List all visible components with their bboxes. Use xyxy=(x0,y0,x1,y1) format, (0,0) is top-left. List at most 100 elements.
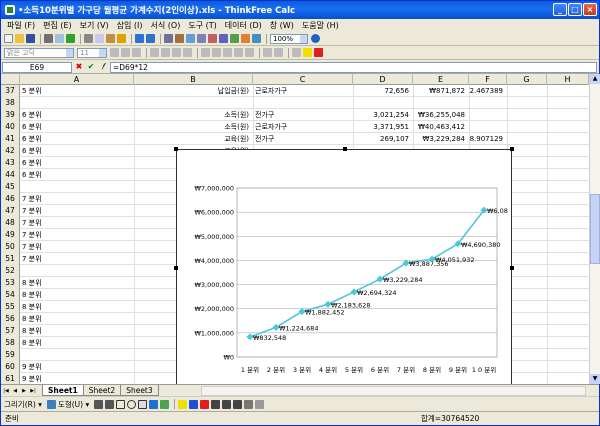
decrease-indent-icon[interactable] xyxy=(263,48,272,57)
cell-e[interactable] xyxy=(413,97,467,109)
font-color-icon[interactable] xyxy=(314,48,323,57)
row-header[interactable]: 44 xyxy=(1,169,20,181)
cancel-icon[interactable]: ✖ xyxy=(74,62,84,72)
cell-a[interactable]: 7 분위 xyxy=(22,253,132,265)
next-sheet-icon[interactable]: ▶ xyxy=(20,387,28,395)
row-header[interactable]: 60 xyxy=(1,361,20,373)
menu-item[interactable]: 도움말 (H) xyxy=(298,20,343,31)
shadow-icon[interactable] xyxy=(244,399,254,409)
cell-e[interactable]: ₩36,255,048 xyxy=(413,109,467,121)
cell-b[interactable]: 교육(원) xyxy=(134,133,251,145)
help-icon[interactable] xyxy=(311,34,320,43)
line-style-icon[interactable] xyxy=(211,399,221,409)
sheet-tab[interactable]: Sheet2 xyxy=(82,385,122,396)
cell-a[interactable]: 6 분위 xyxy=(22,145,132,157)
cell-a[interactable]: 9 분위 xyxy=(22,373,132,384)
row-header[interactable]: 37 xyxy=(1,85,20,97)
close-button[interactable]: × xyxy=(583,3,597,16)
decrease-decimal-icon[interactable] xyxy=(245,48,254,57)
align-left-icon[interactable] xyxy=(150,48,159,57)
cell-d[interactable]: 3,371,951 xyxy=(353,121,411,133)
select-pointer-icon[interactable] xyxy=(46,399,56,409)
wordart-icon[interactable] xyxy=(149,399,159,409)
font-size-select[interactable]: 11 xyxy=(77,47,107,58)
cell-d[interactable]: 269,107 xyxy=(353,133,411,145)
filter-icon[interactable] xyxy=(230,34,239,43)
row-header[interactable]: 55 xyxy=(1,301,20,313)
cell-a[interactable]: 6 분위 xyxy=(22,169,132,181)
formula-input[interactable]: =D69*12 xyxy=(110,61,597,73)
resize-handle[interactable] xyxy=(174,147,178,151)
shape-fill-icon[interactable] xyxy=(178,399,188,409)
row-header[interactable]: 61 xyxy=(1,373,20,384)
clipart-icon[interactable] xyxy=(160,399,170,409)
cell-a[interactable]: 7 분위 xyxy=(22,217,132,229)
font-select[interactable]: 맑은 고딕 xyxy=(4,47,74,58)
fill-color-icon[interactable] xyxy=(303,48,312,57)
cell-a[interactable]: 6 분위 xyxy=(22,109,132,121)
resize-handle[interactable] xyxy=(510,266,514,270)
sheet-tab[interactable]: Sheet3 xyxy=(120,385,159,396)
cell-c[interactable]: 전가구 xyxy=(255,109,351,121)
function-icon[interactable] xyxy=(197,34,206,43)
cell-a[interactable]: 7 분위 xyxy=(22,193,132,205)
cell-b[interactable]: 납입금(원) xyxy=(134,85,251,97)
horizontal-scrollbar[interactable] xyxy=(201,386,586,396)
undo-icon[interactable] xyxy=(135,34,144,43)
cell-a[interactable]: 8 분위 xyxy=(22,277,132,289)
menu-item[interactable]: 편집 (E) xyxy=(39,20,76,31)
cell-a[interactable]: 7 분위 xyxy=(22,241,132,253)
last-sheet-icon[interactable]: ▶| xyxy=(29,387,37,395)
cell-a[interactable]: 6 분위 xyxy=(22,133,132,145)
menu-item[interactable]: 데이터 (D) xyxy=(221,20,266,31)
copy-icon[interactable] xyxy=(95,34,104,43)
cell-a[interactable] xyxy=(22,265,132,277)
row-header[interactable]: 43 xyxy=(1,157,20,169)
row-header[interactable]: 56 xyxy=(1,313,20,325)
zoom-select[interactable]: 100% xyxy=(270,33,308,44)
cell-a[interactable]: 6 분위 xyxy=(22,121,132,133)
cell-b[interactable]: 소득(원) xyxy=(134,109,251,121)
percent-icon[interactable] xyxy=(212,48,221,57)
row-header[interactable]: 50 xyxy=(1,241,20,253)
row-header[interactable]: 53 xyxy=(1,277,20,289)
cell-b[interactable] xyxy=(134,97,251,109)
comma-icon[interactable] xyxy=(223,48,232,57)
paste-icon[interactable] xyxy=(106,34,115,43)
resize-handle[interactable] xyxy=(343,147,347,151)
row-header[interactable]: 59 xyxy=(1,349,20,361)
cell-f[interactable] xyxy=(469,109,505,121)
cell-e[interactable]: ₩40,463,412 xyxy=(413,121,467,133)
merge-cells-icon[interactable] xyxy=(183,48,192,57)
cell-f[interactable] xyxy=(469,121,505,133)
line-chart[interactable]: ₩0 ₩1,000,000 ₩2,000,000 ₩3,000,000 ₩4,000,0… xyxy=(174,147,514,385)
line-color-icon[interactable] xyxy=(189,399,199,409)
3d-icon[interactable] xyxy=(255,399,265,409)
cell-a[interactable] xyxy=(22,349,132,361)
arrow-tool-icon[interactable] xyxy=(105,399,115,409)
cell-d[interactable]: 3,021,254 xyxy=(353,109,411,121)
print-preview-icon[interactable] xyxy=(55,34,64,43)
select-all-corner[interactable] xyxy=(1,74,20,85)
cell-e[interactable]: ₩3,229,284 xyxy=(413,133,467,145)
cell-b[interactable]: 소득(원) xyxy=(134,121,251,133)
cell-d[interactable]: 72,656 xyxy=(353,85,411,97)
column-header[interactable]: F xyxy=(469,74,507,85)
rectangle-tool-icon[interactable] xyxy=(116,399,126,409)
open-folder-icon[interactable] xyxy=(15,34,24,43)
menu-item[interactable]: 서식 (O) xyxy=(147,20,185,31)
cell-a[interactable]: 8 분위 xyxy=(22,313,132,325)
cell-a[interactable]: 8 분위 xyxy=(22,325,132,337)
cell-c[interactable]: 전가구 xyxy=(255,133,351,145)
menu-item[interactable]: 파일 (F) xyxy=(3,20,39,31)
cell-a[interactable]: 8 분위 xyxy=(22,301,132,313)
hyperlink-icon[interactable] xyxy=(175,34,184,43)
column-header[interactable]: B xyxy=(134,74,253,85)
cell-f[interactable]: 2.467389 xyxy=(469,85,505,97)
cell-f[interactable]: 8.907129 xyxy=(469,133,505,145)
row-header[interactable]: 41 xyxy=(1,133,20,145)
enter-icon[interactable]: ✔ xyxy=(86,62,96,72)
sheet-tab[interactable]: Sheet1 xyxy=(42,385,84,396)
cell-a[interactable]: 9 분위 xyxy=(22,361,132,373)
sort-asc-icon[interactable] xyxy=(208,34,217,43)
